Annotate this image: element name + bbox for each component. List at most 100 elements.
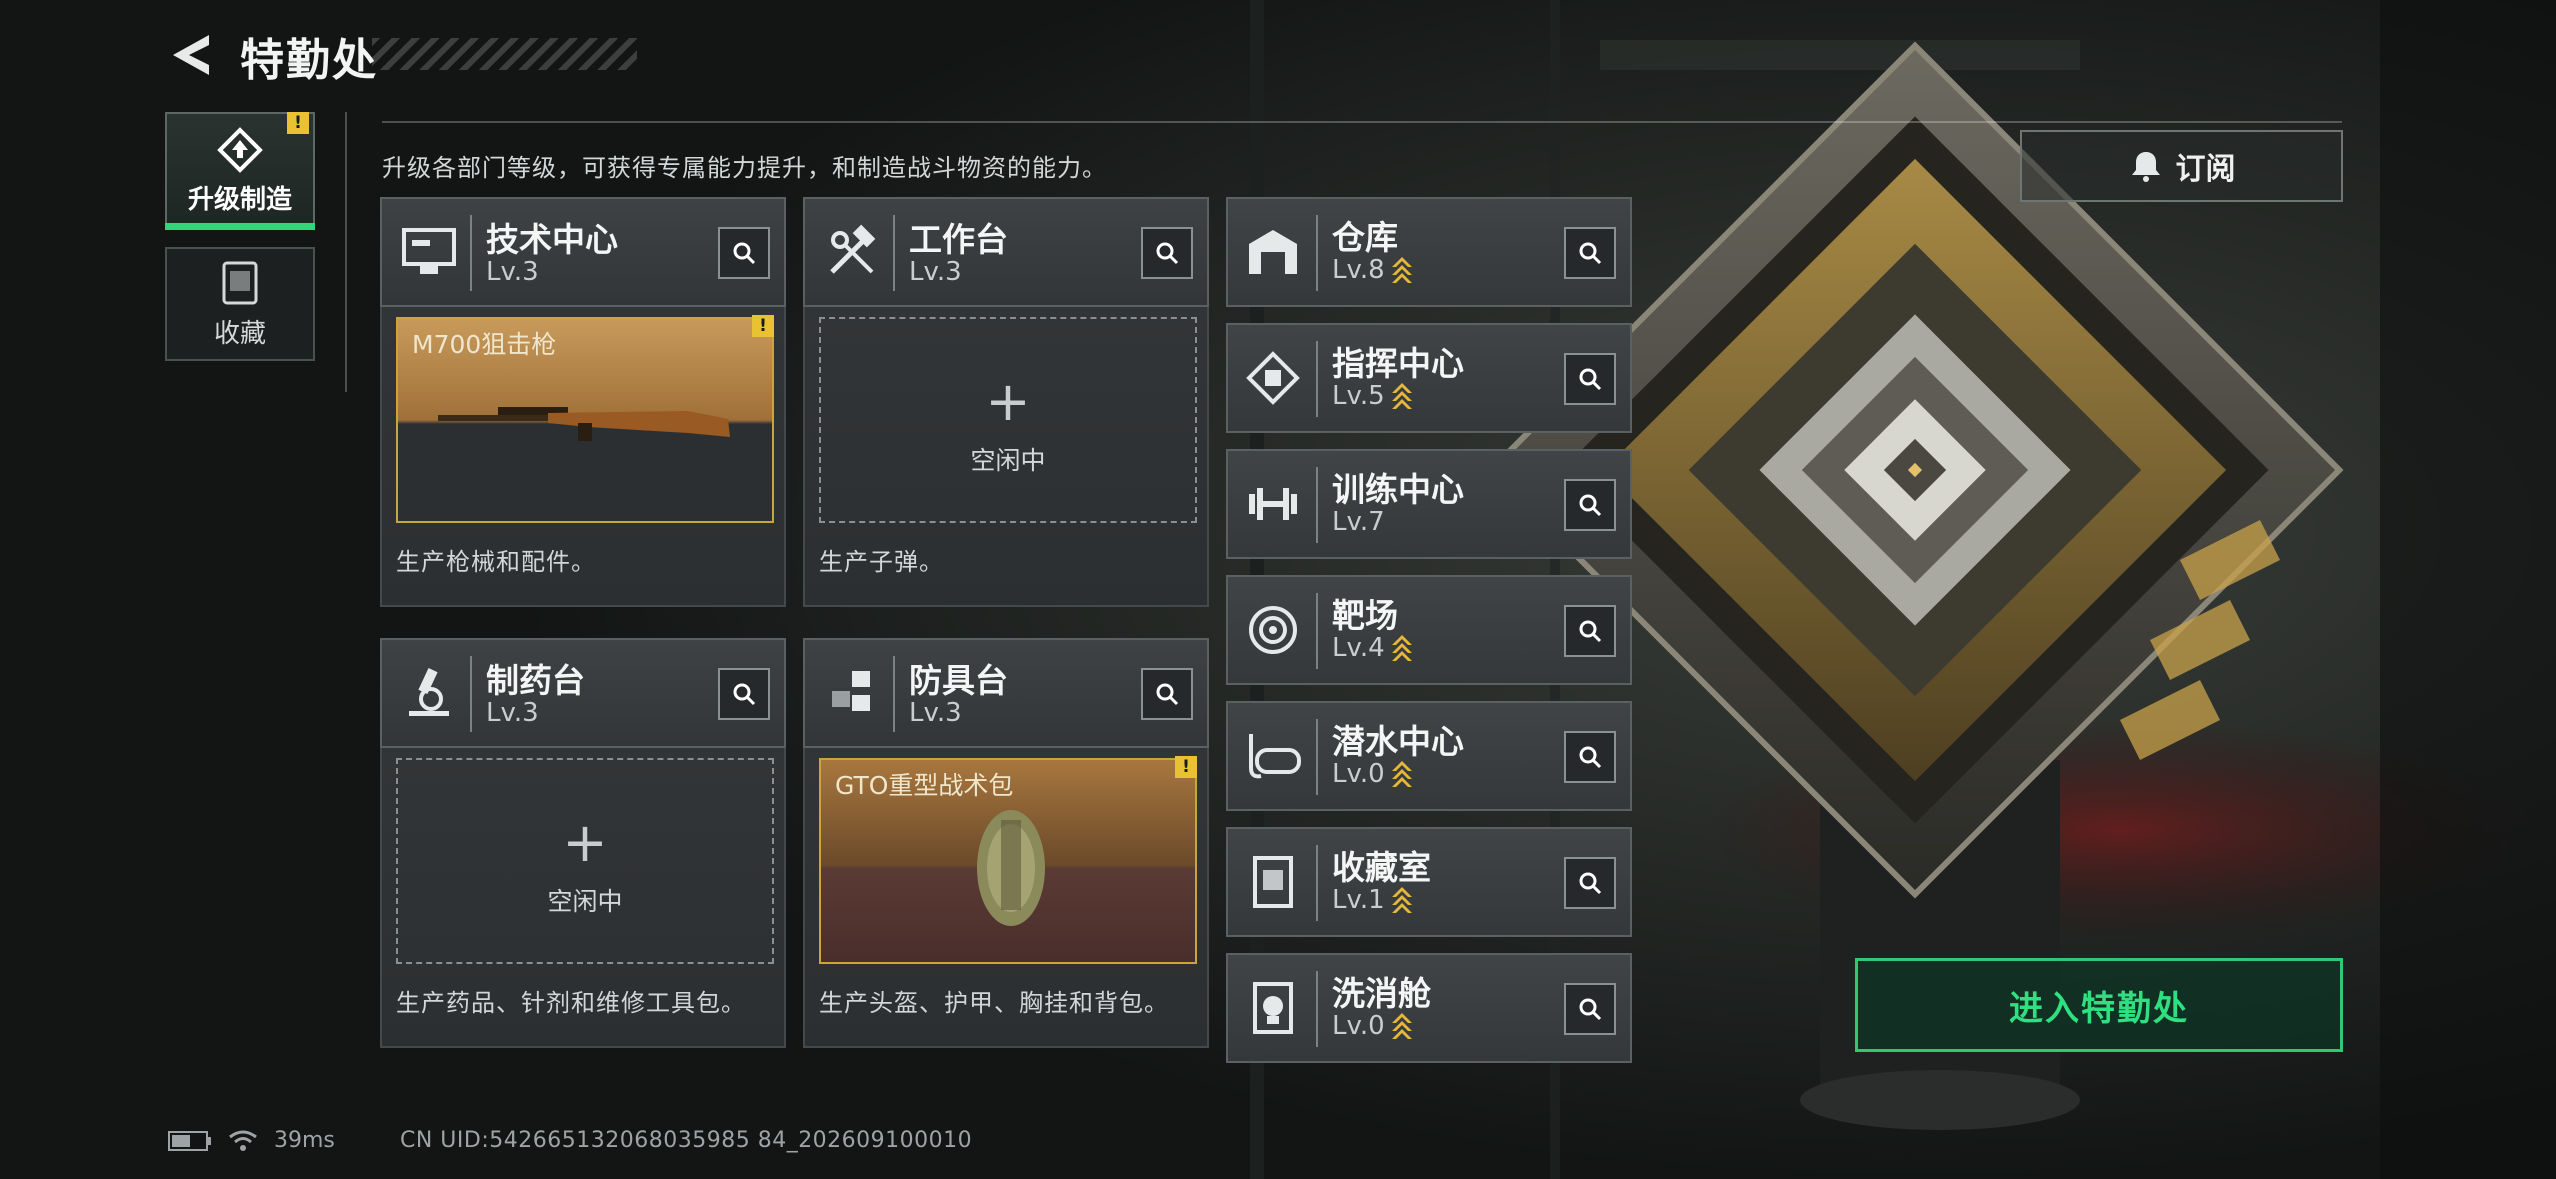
department-name: 洗消舱	[1332, 974, 1431, 1013]
card-name: 制药台	[486, 661, 585, 700]
department-card[interactable]: 收藏室 Lv.1	[1226, 827, 1632, 937]
department-card[interactable]: 洗消舱 Lv.0	[1226, 953, 1632, 1063]
department-name: 训练中心	[1332, 470, 1464, 509]
level-text: Lv.7	[1332, 507, 1385, 537]
tab-upgrade-label: 升级制造	[187, 184, 292, 215]
department-level: Lv.4	[1332, 633, 1413, 663]
tab-upgrade-craft[interactable]: 升级制造 !	[165, 112, 315, 230]
separator	[893, 215, 895, 291]
separator	[893, 656, 895, 732]
level-text: Lv.3	[909, 257, 962, 287]
level-text: Lv.4	[1332, 633, 1385, 663]
department-level: Lv.1	[1332, 885, 1413, 915]
production-slot[interactable]: M700狙击枪	[396, 317, 774, 523]
search-icon	[733, 683, 756, 706]
pharmacy-card-header[interactable]: 制药台 Lv.3	[380, 638, 786, 748]
separator	[1316, 593, 1318, 669]
pharmacy-card-body: + 空闲中 生产药品、针剂和维修工具包。	[380, 748, 786, 1048]
department-card[interactable]: 靶场 Lv.4	[1226, 575, 1632, 685]
active-tab-indicator	[165, 223, 315, 230]
collection-case-icon	[222, 261, 258, 304]
tech-center-card-header[interactable]: 技术中心 Lv.3	[380, 197, 786, 307]
production-slot[interactable]: GTO重型战术包	[819, 758, 1197, 964]
enter-base-button[interactable]: 进入特勤处	[1855, 958, 2343, 1052]
department-level: Lv.0	[1332, 1011, 1413, 1041]
microscope-icon	[396, 660, 462, 726]
item-name: GTO重型战术包	[835, 771, 1014, 800]
back-button[interactable]	[160, 26, 218, 84]
card-level: Lv.3	[486, 698, 539, 728]
decontamination-icon	[1242, 977, 1304, 1039]
search-button[interactable]	[1141, 227, 1193, 279]
subscribe-button[interactable]: 订阅	[2020, 130, 2343, 202]
separator	[470, 215, 472, 291]
search-button[interactable]	[718, 227, 770, 279]
search-button[interactable]	[1564, 731, 1616, 783]
wifi-icon	[229, 1130, 257, 1151]
tab-collection[interactable]: 收藏	[165, 247, 315, 361]
production-slot[interactable]: + 空闲中	[396, 758, 774, 964]
department-level: Lv.8	[1332, 255, 1413, 285]
target-icon	[1242, 599, 1304, 661]
search-button[interactable]	[718, 668, 770, 720]
search-button[interactable]	[1564, 605, 1616, 657]
card-footer: 生产子弹。	[819, 548, 944, 576]
workbench-card-header[interactable]: 工作台 Lv.3	[803, 197, 1209, 307]
production-slot[interactable]: + 空闲中	[819, 317, 1197, 523]
search-button[interactable]	[1564, 479, 1616, 531]
section-description: 升级各部门等级，可获得专属能力提升，和制造战斗物资的能力。	[382, 154, 1107, 182]
search-icon	[1579, 998, 1602, 1021]
hammer-wrench-icon	[819, 219, 885, 285]
search-icon	[1579, 494, 1602, 517]
search-button[interactable]	[1564, 227, 1616, 279]
card-level: Lv.3	[486, 257, 539, 287]
card-footer: 生产头盔、护甲、胸挂和背包。	[819, 989, 1169, 1017]
level-text: Lv.3	[486, 698, 539, 728]
level-text: Lv.5	[1332, 381, 1385, 411]
search-button[interactable]	[1564, 983, 1616, 1035]
sniper-rifle-icon	[438, 407, 730, 441]
card-name: 工作台	[909, 220, 1008, 259]
upgrade-chevron-icon	[1391, 887, 1412, 913]
department-name: 收藏室	[1332, 848, 1431, 887]
upgrade-chevron-icon	[1391, 257, 1412, 283]
department-card[interactable]: 仓库 Lv.8	[1226, 197, 1632, 307]
workbench-card-body: + 空闲中 生产子弹。	[803, 307, 1209, 607]
dumbbell-icon	[1242, 473, 1304, 535]
diving-mask-icon	[1242, 725, 1304, 787]
department-name: 靶场	[1332, 596, 1398, 635]
computer-icon	[396, 219, 462, 285]
idle-label: 空闲中	[970, 446, 1046, 475]
tactical-backpack-icon	[977, 810, 1045, 926]
search-icon	[1579, 242, 1602, 265]
armor-blocks-icon	[819, 660, 885, 726]
search-button[interactable]	[1564, 857, 1616, 909]
warning-badge: !	[752, 315, 774, 337]
divider	[382, 121, 2342, 123]
department-card[interactable]: 训练中心 Lv.7	[1226, 449, 1632, 559]
idle-label: 空闲中	[547, 887, 623, 916]
upgrade-gear-icon	[217, 126, 263, 173]
bell-icon	[2131, 152, 2160, 182]
subscribe-label: 订阅	[2175, 152, 2236, 187]
search-button[interactable]	[1564, 353, 1616, 405]
card-footer: 生产枪械和配件。	[396, 548, 596, 576]
department-card[interactable]: 潜水中心 Lv.0	[1226, 701, 1632, 811]
tech-center-card-body: M700狙击枪 ! 生产枪械和配件。	[380, 307, 786, 607]
battery-icon	[168, 1130, 211, 1151]
uid-label: CN UID:542665132068035985 84_20260910001…	[400, 1128, 973, 1153]
separator	[1316, 215, 1318, 291]
department-name: 仓库	[1332, 218, 1398, 257]
search-icon	[1579, 620, 1602, 643]
title-decoration	[372, 38, 637, 70]
card-level: Lv.3	[909, 698, 962, 728]
armor-bench-card-header[interactable]: 防具台 Lv.3	[803, 638, 1209, 748]
upgrade-chevron-icon	[1391, 635, 1412, 661]
level-text: Lv.0	[1332, 1011, 1385, 1041]
department-card[interactable]: 指挥中心 Lv.5	[1226, 323, 1632, 433]
separator	[1316, 971, 1318, 1047]
search-icon	[1156, 683, 1179, 706]
search-button[interactable]	[1141, 668, 1193, 720]
command-chip-icon	[1242, 347, 1304, 409]
item-name: M700狙击枪	[412, 330, 557, 359]
